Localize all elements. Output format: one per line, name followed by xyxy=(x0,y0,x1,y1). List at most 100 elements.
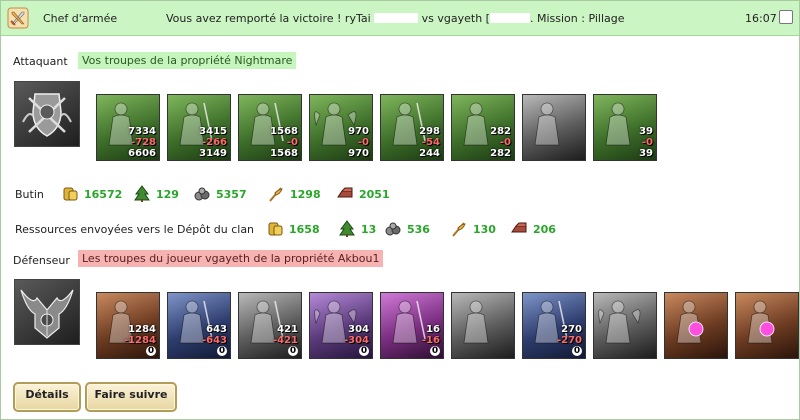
unit-survivors-badge: 0 xyxy=(146,346,156,356)
attacker-unit-card[interactable]: 3415 -266 3149 xyxy=(167,94,231,161)
attacker-unit-card[interactable]: 1568 -0 1568 xyxy=(238,94,302,161)
loot-gold-amount: 16572 xyxy=(84,188,123,201)
gold-icon xyxy=(266,220,284,238)
battle-report-panel: Chef d'armée Vous avez remporté la victo… xyxy=(0,0,800,420)
clan-deposit-label: Ressources envoyées vers le Dépôt du cla… xyxy=(15,223,255,236)
unit-losses: -304 xyxy=(343,335,369,346)
shade-icon xyxy=(463,300,489,344)
defender-unit-card[interactable]: 270 -270 0 xyxy=(522,292,586,359)
wood-icon xyxy=(133,185,151,203)
unit-losses: -0 xyxy=(357,137,369,148)
defender-label: Défenseur xyxy=(13,254,70,267)
attacker-tag: Vos troupes de la propriété Nightmare xyxy=(78,52,297,69)
unit-losses: -1284 xyxy=(124,335,156,346)
unit-count: 282 xyxy=(490,126,511,137)
defender-unit-card[interactable]: 16 -16 0 xyxy=(380,292,444,359)
message-subject: Vous avez remporté la victoire ! ryTai v… xyxy=(166,12,625,25)
unit-losses: -270 xyxy=(556,335,582,346)
unit-count: 39 xyxy=(639,126,653,137)
attacker-unit-card[interactable]: 7334 -728 6606 xyxy=(96,94,160,161)
unit-count: 1568 xyxy=(270,126,298,137)
clan-stone-amount: 536 xyxy=(407,223,430,236)
clan-iron-amount: 206 xyxy=(533,223,556,236)
demon-crest-icon xyxy=(20,289,74,339)
attacker-unit-card[interactable]: 282 -0 282 xyxy=(451,94,515,161)
defender-emblem xyxy=(14,279,80,345)
redacted-clan xyxy=(374,13,419,23)
forward-button[interactable]: Faire suivre xyxy=(85,382,177,412)
attacker-unit-card[interactable]: 970 -0 970 xyxy=(309,94,373,161)
loot-stone-amount: 5357 xyxy=(216,188,247,201)
demon-icon xyxy=(598,300,641,344)
details-button[interactable]: Détails xyxy=(13,382,81,412)
subject-opponent-text: vs vgayeth [ xyxy=(421,12,490,25)
unit-count: 3415 xyxy=(199,126,227,137)
defender-unit-card[interactable] xyxy=(451,292,515,359)
defender-unit-card[interactable]: 304 -304 0 xyxy=(309,292,373,359)
unit-count: 298 xyxy=(419,126,440,137)
unit-survivors-badge: 0 xyxy=(430,346,440,356)
unit-count: 304 xyxy=(348,324,369,335)
subject-victory-text: Vous avez remporté la victoire ! ryTai xyxy=(166,12,371,25)
loot-iron-amount: 2051 xyxy=(359,188,390,201)
unit-survivors: 6606 xyxy=(128,148,156,159)
loot-wood-amount: 129 xyxy=(156,188,179,201)
message-time: 16:07 xyxy=(745,12,777,25)
clan-wood-amount: 13 xyxy=(361,223,377,236)
loot-wheat-amount: 1298 xyxy=(290,188,321,201)
redacted-clan xyxy=(489,13,530,23)
wheat-icon xyxy=(450,220,468,238)
unit-survivors: 39 xyxy=(639,148,653,159)
unit-losses: -0 xyxy=(286,137,298,148)
defender-unit-card[interactable]: 1284 -1284 0 xyxy=(96,292,160,359)
attacker-unit-card[interactable]: 298 -54 244 xyxy=(380,94,444,161)
clan-gold-amount: 1658 xyxy=(289,223,320,236)
crossed-swords-icon xyxy=(7,7,29,29)
select-checkbox[interactable] xyxy=(779,10,793,24)
unit-count: 270 xyxy=(561,324,582,335)
unit-count: 1284 xyxy=(128,324,156,335)
unit-survivors: 282 xyxy=(490,148,511,159)
stone-icon xyxy=(384,220,402,238)
iron-icon xyxy=(336,185,354,203)
iron-icon xyxy=(510,220,528,238)
clan-wheat-amount: 130 xyxy=(473,223,496,236)
unit-survivors: 3149 xyxy=(199,148,227,159)
loot-label: Butin xyxy=(15,188,44,201)
defender-unit-card[interactable]: 421 -421 0 xyxy=(238,292,302,359)
unit-survivors: 970 xyxy=(348,148,369,159)
attacker-unit-card[interactable] xyxy=(522,94,586,161)
stone-icon xyxy=(193,185,211,203)
unit-losses: -266 xyxy=(201,137,227,148)
orb-beast-2-icon xyxy=(747,300,775,344)
gold-icon xyxy=(61,185,79,203)
unit-losses: -0 xyxy=(499,137,511,148)
message-category: Chef d'armée xyxy=(43,12,118,25)
subject-mission-text: . Mission : Pillage xyxy=(529,12,625,25)
defender-tag: Les troupes du joueur vgayeth de la prop… xyxy=(78,250,384,267)
shield-crest-icon xyxy=(22,93,72,137)
unit-losses: -0 xyxy=(641,137,653,148)
unit-count: 16 xyxy=(426,324,440,335)
monk-icon xyxy=(534,102,560,146)
unit-losses: -16 xyxy=(421,335,440,346)
defender-unit-card[interactable] xyxy=(735,292,799,359)
unit-count: 643 xyxy=(206,324,227,335)
unit-survivors-badge: 0 xyxy=(288,346,298,356)
unit-count: 7334 xyxy=(128,126,156,137)
unit-survivors-badge: 0 xyxy=(572,346,582,356)
report-header: Chef d'armée Vous avez remporté la victo… xyxy=(1,1,799,36)
unit-survivors-badge: 0 xyxy=(359,346,369,356)
defender-unit-card[interactable] xyxy=(593,292,657,359)
unit-losses: -643 xyxy=(201,335,227,346)
attacker-emblem xyxy=(14,81,80,147)
defender-unit-card[interactable]: 643 -643 0 xyxy=(167,292,231,359)
wood-icon xyxy=(338,220,356,238)
unit-survivors: 244 xyxy=(419,148,440,159)
unit-survivors: 1568 xyxy=(270,148,298,159)
orb-beast-icon xyxy=(676,300,704,344)
attacker-unit-card[interactable]: 39 -0 39 xyxy=(593,94,657,161)
unit-count: 970 xyxy=(348,126,369,137)
defender-unit-card[interactable] xyxy=(664,292,728,359)
attacker-label: Attaquant xyxy=(13,55,68,68)
